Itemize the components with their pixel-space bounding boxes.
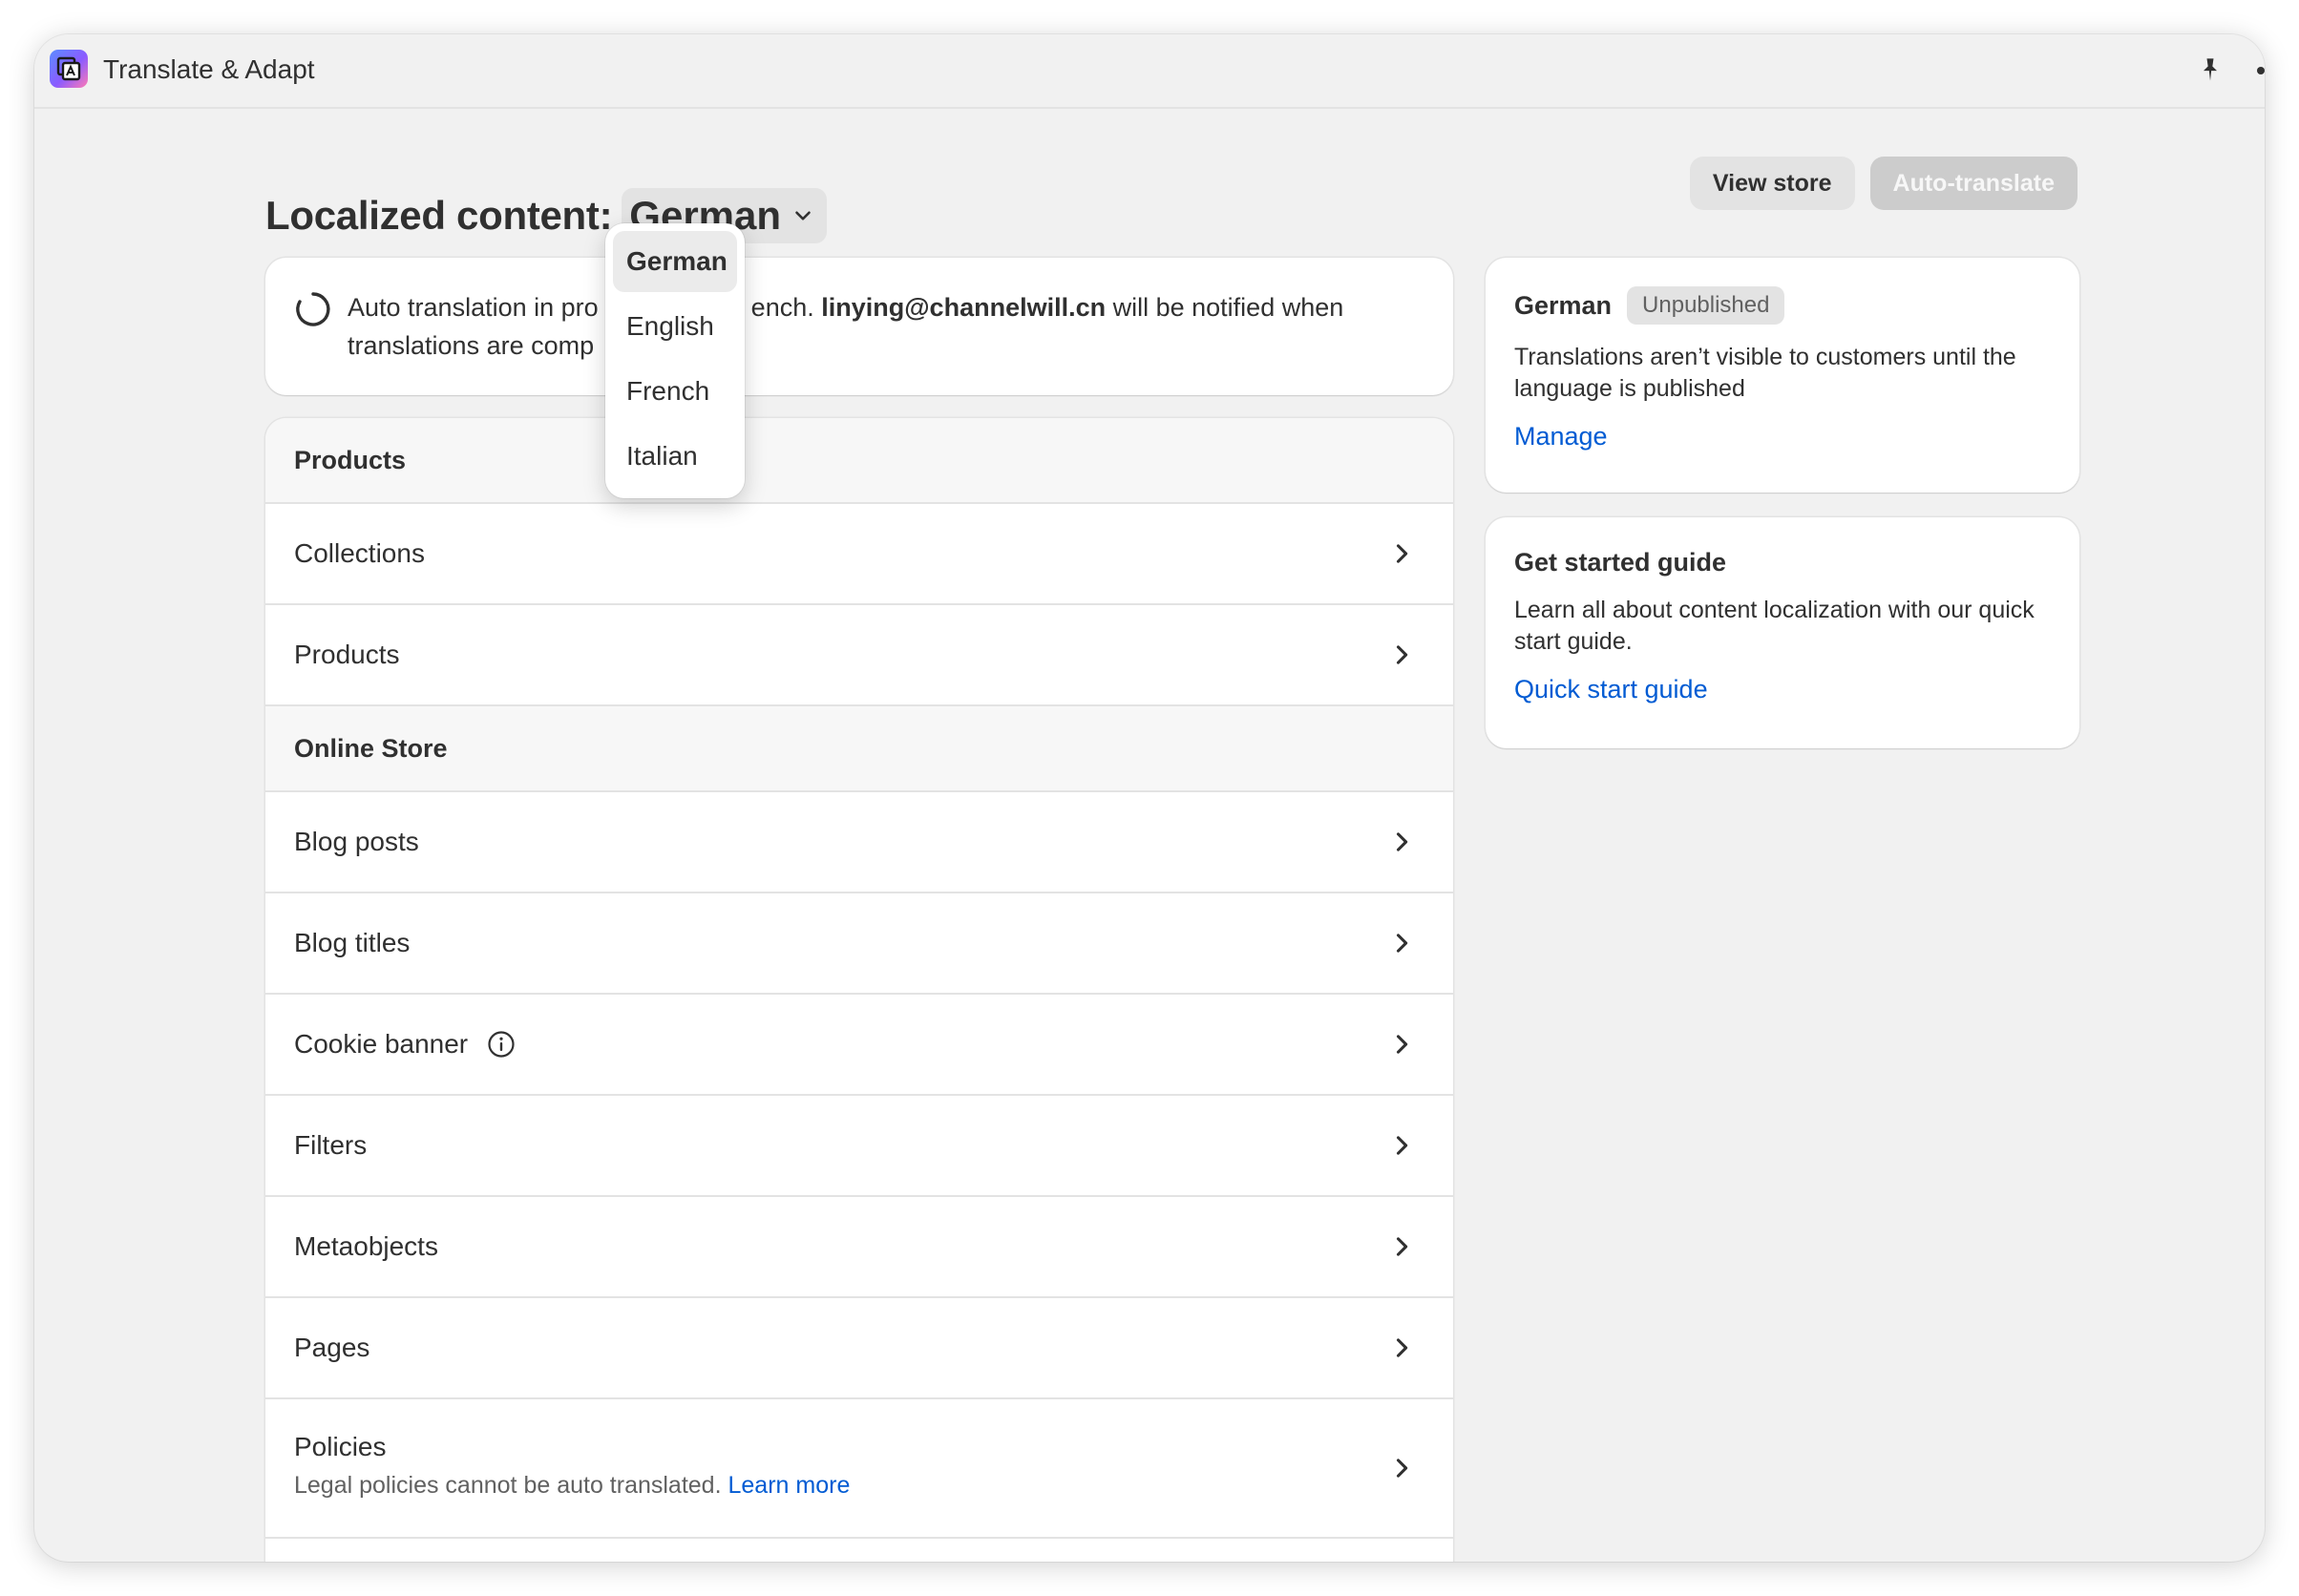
chevron-right-icon bbox=[1396, 1237, 1408, 1256]
pin-icon[interactable] bbox=[2194, 53, 2226, 86]
auto-translate-button[interactable]: Auto-translate bbox=[1869, 157, 2078, 210]
dropdown-option-german[interactable]: German bbox=[613, 231, 737, 292]
more-options-icon[interactable] bbox=[2257, 67, 2265, 74]
dropdown-option-italian[interactable]: Italian bbox=[613, 426, 737, 487]
page-title: Localized content: bbox=[265, 193, 613, 238]
policies-note: Legal policies cannot be auto translated… bbox=[294, 1472, 1415, 1500]
chevron-right-icon bbox=[1396, 1035, 1408, 1054]
chevron-down-icon bbox=[795, 211, 811, 220]
chevron-right-icon bbox=[1396, 934, 1408, 953]
chevron-right-icon bbox=[1396, 544, 1408, 563]
list-item-collections[interactable]: Collections bbox=[265, 504, 1453, 605]
title-bar: Translate & Adapt bbox=[34, 34, 2265, 109]
get-started-guide-card: Get started guide Learn all about conten… bbox=[1486, 517, 2079, 748]
section-header-online-store: Online Store bbox=[265, 706, 1453, 792]
list-item-label: Cookie banner bbox=[294, 1029, 469, 1059]
resource-list: Products Collections Products Online Sto… bbox=[265, 418, 1453, 1562]
list-item-label: Filters bbox=[294, 1130, 368, 1160]
app-title: Translate & Adapt bbox=[103, 54, 315, 84]
list-item-metaobjects[interactable]: Metaobjects bbox=[265, 1197, 1453, 1298]
list-item-label: Collections bbox=[294, 538, 425, 568]
list-item-label: Blog posts bbox=[294, 827, 419, 856]
list-item-label: Blog titles bbox=[294, 928, 411, 957]
chevron-right-icon bbox=[1396, 1459, 1408, 1478]
list-item-pages[interactable]: Pages bbox=[265, 1298, 1453, 1399]
app-logo-icon bbox=[50, 50, 88, 88]
section-header-products: Products bbox=[265, 418, 1453, 504]
banner-text-line2: translations are comp bbox=[348, 331, 595, 360]
list-item-label: Products bbox=[294, 640, 400, 669]
banner-text-end: will be notified when bbox=[1106, 293, 1344, 322]
language-status-card: German Unpublished Translations aren’t v… bbox=[1486, 258, 2079, 493]
list-item-blog-posts[interactable]: Blog posts bbox=[265, 792, 1453, 893]
language-dropdown-menu: German English French Italian bbox=[605, 223, 745, 498]
list-item-cookie-banner[interactable]: Cookie banner bbox=[265, 995, 1453, 1096]
header-actions: View store Auto-translate bbox=[1689, 157, 2078, 210]
language-card-description: Translations aren’t visible to customers… bbox=[1514, 344, 2016, 402]
chevron-right-icon bbox=[1396, 1136, 1408, 1155]
chevron-right-icon bbox=[1396, 645, 1408, 664]
info-icon[interactable] bbox=[487, 1030, 516, 1059]
status-badge: Unpublished bbox=[1627, 286, 1785, 325]
policies-note-text: Legal policies cannot be auto translated… bbox=[294, 1472, 722, 1499]
dropdown-option-english[interactable]: English bbox=[613, 296, 737, 357]
view-store-button[interactable]: View store bbox=[1689, 157, 1855, 210]
spinner-icon bbox=[296, 292, 330, 326]
list-item-label: Metaobjects bbox=[294, 1231, 438, 1261]
manage-link[interactable]: Manage bbox=[1514, 422, 2051, 452]
list-item-label: Pages bbox=[294, 1333, 370, 1362]
language-name: German bbox=[1514, 290, 1613, 320]
dropdown-option-french[interactable]: French bbox=[613, 361, 737, 422]
list-item-policies[interactable]: Policies Legal policies cannot be auto t… bbox=[265, 1399, 1453, 1539]
learn-more-link[interactable]: Learn more bbox=[728, 1472, 851, 1499]
chevron-right-icon bbox=[1396, 832, 1408, 851]
banner-text-start: Auto translation in pro bbox=[348, 293, 599, 322]
list-item-products[interactable]: Products bbox=[265, 605, 1453, 706]
chevron-right-icon bbox=[1396, 1338, 1408, 1357]
quick-start-guide-link[interactable]: Quick start guide bbox=[1514, 675, 2051, 704]
list-item-filters[interactable]: Filters bbox=[265, 1096, 1453, 1197]
list-item-label: Policies bbox=[294, 1432, 387, 1461]
app-window: Translate & Adapt Localized content: Ger… bbox=[34, 34, 2265, 1562]
banner-email: linying@channelwill.cn bbox=[821, 293, 1107, 322]
banner-text-mid: ench. bbox=[750, 293, 822, 322]
banner-message: Auto translation in pro ench. linying@cha… bbox=[348, 288, 1417, 365]
list-item-blog-titles[interactable]: Blog titles bbox=[265, 893, 1453, 995]
guide-card-title: Get started guide bbox=[1514, 548, 1727, 577]
guide-card-description: Learn all about content localization wit… bbox=[1514, 597, 2035, 655]
auto-translation-banner: Auto translation in pro ench. linying@cha… bbox=[265, 258, 1453, 395]
